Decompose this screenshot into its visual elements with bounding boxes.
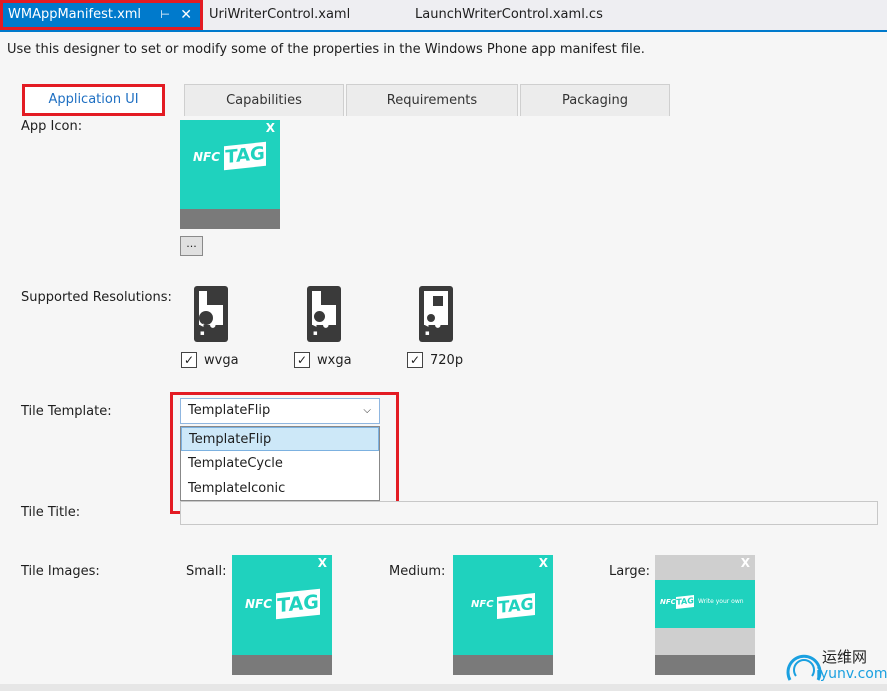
tab-requirements[interactable]: Requirements xyxy=(346,84,518,116)
tab-packaging[interactable]: Packaging xyxy=(520,84,670,116)
large-tile-image[interactable]: X NFC TAG Write your own xyxy=(655,555,755,675)
close-icon[interactable]: ✕ xyxy=(180,3,192,27)
tile-title-label: Tile Title: xyxy=(21,505,81,520)
supported-resolutions-label: Supported Resolutions: xyxy=(21,290,172,305)
checkbox-wxga-label: wxga xyxy=(317,353,352,368)
doc-tab-label: WMAppManifest.xml xyxy=(8,7,142,22)
remove-icon[interactable]: X xyxy=(741,556,750,570)
tab-application-ui[interactable]: Application UI xyxy=(22,84,165,116)
browse-button[interactable]: ... xyxy=(180,236,203,256)
tile-images-label: Tile Images: xyxy=(21,564,100,579)
medium-label: Medium: xyxy=(389,564,446,579)
bottom-panel-strip xyxy=(0,684,887,691)
phone-wvga-icon: ◂ ● ▪ xyxy=(194,286,228,342)
checkbox-720p[interactable]: ✓ xyxy=(407,352,423,368)
tile-template-label: Tile Template: xyxy=(21,404,112,419)
app-icon-image[interactable]: X NFC TAG xyxy=(180,120,280,229)
checkbox-720p-label: 720p xyxy=(430,353,464,368)
tile-title-input[interactable] xyxy=(180,501,878,525)
tag-text: TAG xyxy=(497,593,535,619)
watermark-cn: 运维网 xyxy=(822,648,868,666)
tag-text: TAG xyxy=(224,141,266,171)
checkbox-wxga[interactable]: ✓ xyxy=(294,352,310,368)
nfc-text: NFC xyxy=(660,598,676,606)
remove-icon[interactable]: X xyxy=(539,556,548,570)
large-label: Large: xyxy=(609,564,650,579)
checkbox-wvga-label: wvga xyxy=(204,353,239,368)
doc-tab-uriwriter[interactable]: UriWriterControl.xaml xyxy=(209,0,350,30)
nfc-text: NFC xyxy=(245,597,273,611)
phone-720p-icon: ◂ ● ▪ xyxy=(419,286,453,342)
phone-wxga-icon: ◂ ● ▪ xyxy=(307,286,341,342)
small-label: Small: xyxy=(186,564,227,579)
watermark-logo: 运维网 iyunv.com xyxy=(782,640,887,688)
pin-icon[interactable]: ⊢ xyxy=(160,3,170,27)
app-icon-label: App Icon: xyxy=(21,119,83,134)
large-tile-caption: Write your own xyxy=(698,598,744,605)
doc-tab-underline xyxy=(0,30,887,32)
remove-icon[interactable]: X xyxy=(318,556,327,570)
doc-tab-launchwriter[interactable]: LaunchWriterControl.xaml.cs xyxy=(415,0,603,30)
nfc-text: NFC xyxy=(471,599,494,610)
checkbox-wvga[interactable]: ✓ xyxy=(181,352,197,368)
small-tile-image[interactable]: X NFC TAG xyxy=(232,555,332,675)
tab-capabilities[interactable]: Capabilities xyxy=(184,84,344,116)
icon-gray-band xyxy=(180,209,280,229)
nfc-text: NFC xyxy=(193,150,221,164)
tag-text: TAG xyxy=(676,595,694,609)
designer-description: Use this designer to set or modify some … xyxy=(7,42,645,57)
tag-text: TAG xyxy=(276,588,320,620)
dropdown-highlight-box xyxy=(170,392,399,514)
watermark-url: iyunv.com xyxy=(816,666,887,682)
medium-tile-image[interactable]: X NFC TAG xyxy=(453,555,553,675)
remove-icon[interactable]: X xyxy=(266,121,275,135)
doc-tab-wmappmanifest[interactable]: WMAppManifest.xml ⊢ ✕ xyxy=(0,0,203,30)
document-tab-bar: WMAppManifest.xml ⊢ ✕ UriWriterControl.x… xyxy=(0,0,887,30)
